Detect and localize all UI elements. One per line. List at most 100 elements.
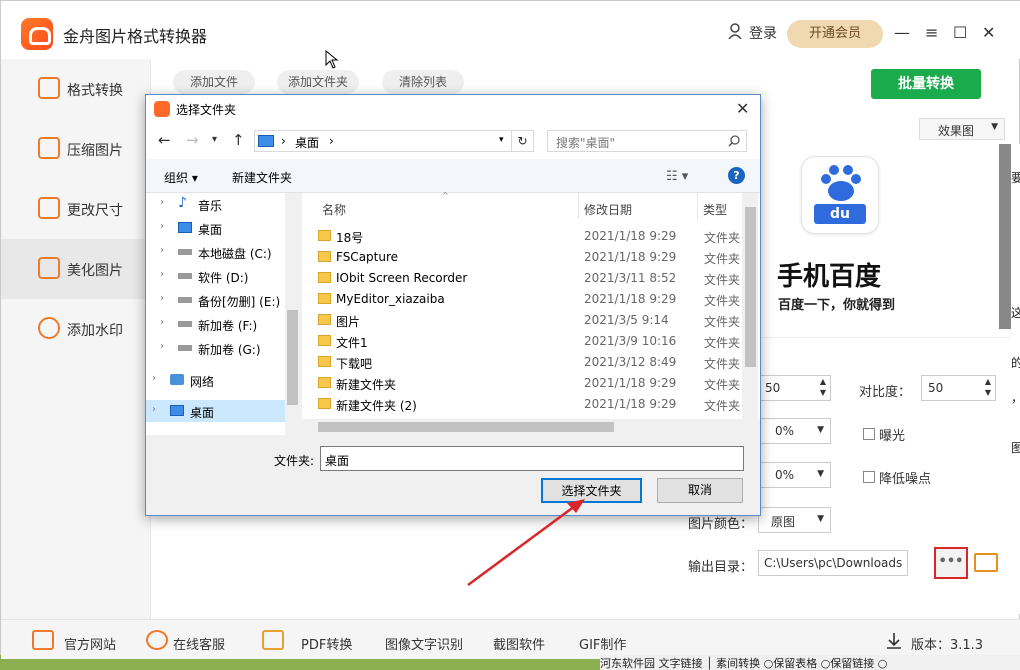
- up-arrow-icon[interactable]: ↑: [232, 131, 245, 149]
- add-folder-button[interactable]: 添加文件夹: [277, 70, 359, 94]
- expand-arrow-icon[interactable]: ›: [160, 269, 164, 280]
- file-row[interactable]: 新建文件夹 2021/1/18 9:29 文件夹: [306, 373, 746, 394]
- cancel-button[interactable]: 取消: [657, 478, 743, 503]
- tree-scrollbar-thumb[interactable]: [287, 310, 298, 405]
- new-folder-button[interactable]: 新建文件夹: [232, 169, 292, 186]
- sidebar-item-watermark[interactable]: 添加水印: [1, 299, 151, 359]
- expand-arrow-icon[interactable]: ›: [160, 293, 164, 304]
- breadcrumb-sep-icon[interactable]: ›: [329, 134, 334, 148]
- file-row[interactable]: 文件1 2021/3/9 10:16 文件夹: [306, 331, 746, 352]
- expand-arrow-icon[interactable]: ›: [160, 197, 164, 208]
- expand-arrow-icon[interactable]: ›: [152, 404, 156, 415]
- stepper-arrows-icon[interactable]: ▲ ▼: [820, 376, 826, 398]
- view-options-icon[interactable]: ☷ ▾: [666, 169, 688, 184]
- search-icon[interactable]: [728, 135, 740, 147]
- music-icon: ♪: [178, 195, 187, 211]
- tree-item-music[interactable]: › ♪ 音乐: [146, 193, 286, 215]
- file-row[interactable]: 新建文件夹 (2) 2021/1/18 9:29 文件夹: [306, 394, 746, 415]
- breadcrumb-desktop[interactable]: 桌面: [295, 134, 319, 151]
- expand-arrow-icon[interactable]: ›: [160, 245, 164, 256]
- tree-item-network[interactable]: › 网络: [146, 369, 286, 391]
- format-icon: [38, 77, 60, 99]
- folder-icon: [318, 398, 331, 409]
- tree-item-drive-d[interactable]: › 软件 (D:): [146, 265, 286, 287]
- file-row[interactable]: MyEditor_xiazaiba 2021/1/18 9:29 文件夹: [306, 289, 746, 310]
- login-link[interactable]: 登录: [749, 23, 777, 43]
- sidebar-item-format[interactable]: 格式转换: [1, 59, 151, 119]
- download-icon[interactable]: [885, 632, 903, 650]
- select-folder-button[interactable]: 选择文件夹: [541, 478, 642, 503]
- exposure-checkbox[interactable]: [863, 428, 875, 440]
- sidebar-item-beautify[interactable]: 美化图片: [1, 239, 151, 299]
- refresh-icon[interactable]: ↻: [512, 130, 534, 152]
- tree-item-desktop-root[interactable]: › 桌面: [146, 400, 286, 422]
- ocr-link[interactable]: 图像文字识别: [385, 634, 463, 653]
- menu-icon[interactable]: ≡: [925, 23, 938, 42]
- add-file-button[interactable]: 添加文件: [173, 70, 255, 94]
- output-dir-label: 输出目录：: [688, 560, 754, 575]
- column-divider[interactable]: [578, 193, 579, 219]
- clear-list-button[interactable]: 清除列表: [382, 70, 464, 94]
- expand-arrow-icon[interactable]: ›: [160, 221, 164, 232]
- desktop-icon: [170, 405, 184, 416]
- online-service-link[interactable]: 在线客服: [173, 634, 225, 653]
- browse-button[interactable]: •••: [934, 547, 968, 579]
- version-text: 版本：3.1.3: [911, 638, 984, 653]
- tree-item-drive-f[interactable]: › 新加卷 (F:): [146, 313, 286, 335]
- help-icon[interactable]: ?: [728, 167, 745, 184]
- setting-select-2[interactable]: 0% ▼: [758, 462, 831, 488]
- expand-arrow-icon[interactable]: ›: [152, 373, 156, 384]
- gif-link[interactable]: GIF制作: [579, 634, 626, 653]
- chevron-down-icon: ▼: [817, 425, 824, 435]
- dialog-close-button[interactable]: ✕: [736, 99, 749, 118]
- file-row[interactable]: FSCapture 2021/1/18 9:29 文件夹: [306, 247, 746, 268]
- file-row[interactable]: 图片 2021/3/5 9:14 文件夹: [306, 310, 746, 331]
- column-divider[interactable]: [697, 193, 698, 219]
- pdf-convert-link[interactable]: PDF转换: [301, 634, 352, 653]
- tree-item-desktop[interactable]: › 桌面: [146, 217, 286, 239]
- sidebar-item-compress[interactable]: 压缩图片: [1, 119, 151, 179]
- address-bar[interactable]: › 桌面 › ▾: [254, 130, 512, 152]
- output-dir-field[interactable]: C:\Users\pc\Downloads: [758, 550, 908, 576]
- preview-select[interactable]: 效果图 ▼: [919, 118, 1005, 140]
- list-vertical-thumb[interactable]: [745, 207, 756, 367]
- batch-convert-button[interactable]: 批量转换: [871, 69, 981, 99]
- maximize-button[interactable]: ☐: [953, 23, 967, 42]
- recent-chevron-icon[interactable]: ▾: [212, 134, 217, 145]
- minimize-button[interactable]: —: [894, 23, 910, 42]
- contrast-stepper[interactable]: 50 ▲ ▼: [921, 375, 996, 401]
- screenshot-link[interactable]: 截图软件: [493, 634, 545, 653]
- user-icon[interactable]: [728, 23, 742, 40]
- column-header-type[interactable]: 类型: [703, 201, 727, 218]
- expand-arrow-icon[interactable]: ›: [160, 341, 164, 352]
- folder-name-input[interactable]: 桌面: [320, 446, 744, 471]
- address-dropdown-icon[interactable]: ▾: [499, 135, 504, 145]
- stepper-arrows-icon[interactable]: ▲ ▼: [985, 376, 991, 398]
- tree-item-drive-g[interactable]: › 新加卷 (G:): [146, 337, 286, 359]
- chevron-down-icon: ▼: [817, 469, 824, 479]
- forward-arrow-icon[interactable]: →: [186, 131, 199, 149]
- sidebar-item-resize[interactable]: 更改尺寸: [1, 179, 151, 239]
- breadcrumb-sep-icon[interactable]: ›: [281, 134, 286, 148]
- tree-item-drive-c[interactable]: › 本地磁盘 (C:): [146, 241, 286, 263]
- open-folder-icon[interactable]: [974, 553, 998, 572]
- organize-menu[interactable]: 组织 ▾: [164, 169, 198, 186]
- list-horizontal-thumb[interactable]: [318, 422, 614, 432]
- column-header-date[interactable]: 修改日期: [584, 201, 632, 218]
- tree-item-drive-e[interactable]: › 备份[勿删] (E:): [146, 289, 286, 311]
- vip-button[interactable]: 开通会员: [787, 20, 883, 48]
- drive-icon: [178, 345, 192, 351]
- back-arrow-icon[interactable]: ←: [158, 131, 171, 149]
- search-input[interactable]: 搜索"桌面": [547, 130, 747, 152]
- official-site-link[interactable]: 官方网站: [64, 634, 116, 653]
- color-select[interactable]: 原图 ▼: [758, 507, 831, 533]
- setting-select-1[interactable]: 0% ▼: [758, 418, 831, 444]
- close-button[interactable]: ✕: [982, 23, 995, 42]
- expand-arrow-icon[interactable]: ›: [160, 317, 164, 328]
- file-row[interactable]: 18号 2021/1/18 9:29 文件夹: [306, 226, 746, 247]
- column-header-name[interactable]: 名称: [322, 201, 346, 218]
- denoise-checkbox[interactable]: [863, 471, 875, 483]
- file-row[interactable]: 下载吧 2021/3/12 8:49 文件夹: [306, 352, 746, 373]
- file-row[interactable]: IObit Screen Recorder 2021/3/11 8:52 文件夹: [306, 268, 746, 289]
- brightness-stepper[interactable]: 50 ▲ ▼: [758, 375, 831, 401]
